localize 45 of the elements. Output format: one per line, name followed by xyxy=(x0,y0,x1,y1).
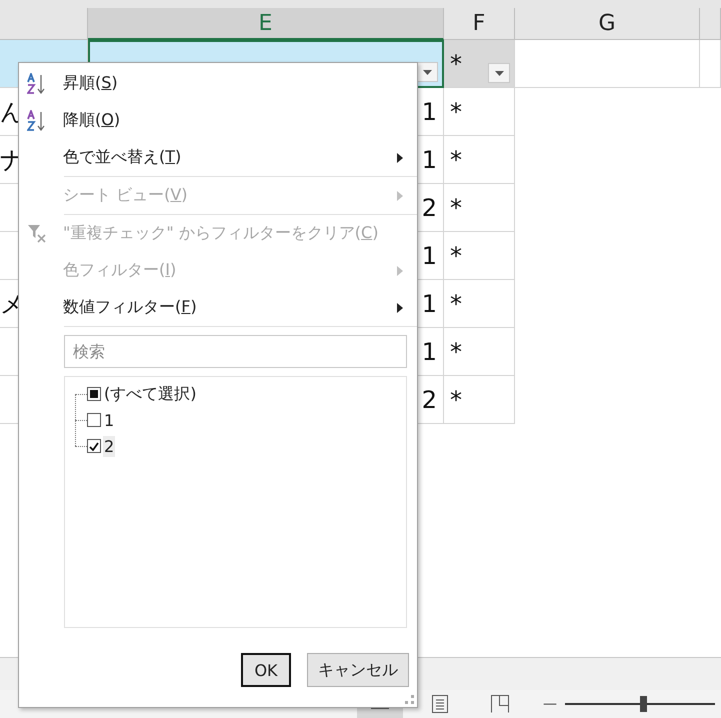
page-break-preview-icon[interactable] xyxy=(491,695,509,713)
cell-text: * xyxy=(450,50,462,78)
cell-text: 1 xyxy=(422,98,437,126)
cell-text: * xyxy=(450,386,462,414)
caret-icon xyxy=(494,70,504,76)
checkbox[interactable] xyxy=(87,387,101,401)
page-layout-icon[interactable] xyxy=(432,695,448,713)
cell-text: メ xyxy=(0,288,25,320)
cancel-button[interactable]: キャンセル xyxy=(307,653,409,687)
cell-text: 1 xyxy=(422,338,437,366)
search-field[interactable]: 検索 xyxy=(64,335,407,368)
cell-text: 1 xyxy=(422,146,437,174)
resize-grip-icon[interactable] xyxy=(405,695,415,705)
checkbox[interactable] xyxy=(87,439,101,453)
cell-text: * xyxy=(450,242,462,270)
cell-text: 1 xyxy=(422,290,437,318)
zoom-slider-thumb[interactable] xyxy=(640,696,647,712)
sort-ascending-icon xyxy=(27,72,47,94)
menu-item[interactable]: 色で並べ替え(T) xyxy=(63,147,182,168)
cell-text: 2 xyxy=(422,194,437,222)
cell-text: * xyxy=(450,338,462,366)
cell-text: * xyxy=(450,290,462,318)
sort-descending-icon xyxy=(27,110,47,132)
zoom-out-button[interactable]: — xyxy=(543,696,557,712)
column-header[interactable]: G xyxy=(515,8,700,40)
column-header[interactable]: E xyxy=(88,8,444,40)
value-item[interactable]: 1 xyxy=(103,410,116,430)
column-header[interactable]: F xyxy=(444,8,515,40)
filter-dropdown-button[interactable] xyxy=(416,62,438,82)
menu-item[interactable]: 降順(O) xyxy=(63,110,120,131)
filter-clear-icon xyxy=(27,224,47,244)
menu-item[interactable]: 昇順(S) xyxy=(63,73,118,94)
caret-icon xyxy=(422,70,432,74)
table-cell xyxy=(700,40,721,88)
cell-text: * xyxy=(450,146,462,174)
menu-item[interactable]: 数値フィルター(F) xyxy=(63,297,197,318)
value-item[interactable]: 2 xyxy=(103,436,116,456)
checkbox[interactable] xyxy=(87,413,101,427)
cell-text: 1 xyxy=(422,242,437,270)
cell-text: * xyxy=(450,194,462,222)
ok-button[interactable]: OK xyxy=(241,653,291,687)
cell-text: 2 xyxy=(422,386,437,414)
cell-text: * xyxy=(450,98,462,126)
filter-dropdown-button[interactable] xyxy=(488,63,510,83)
value-item[interactable]: (すべて選択) xyxy=(103,382,198,406)
